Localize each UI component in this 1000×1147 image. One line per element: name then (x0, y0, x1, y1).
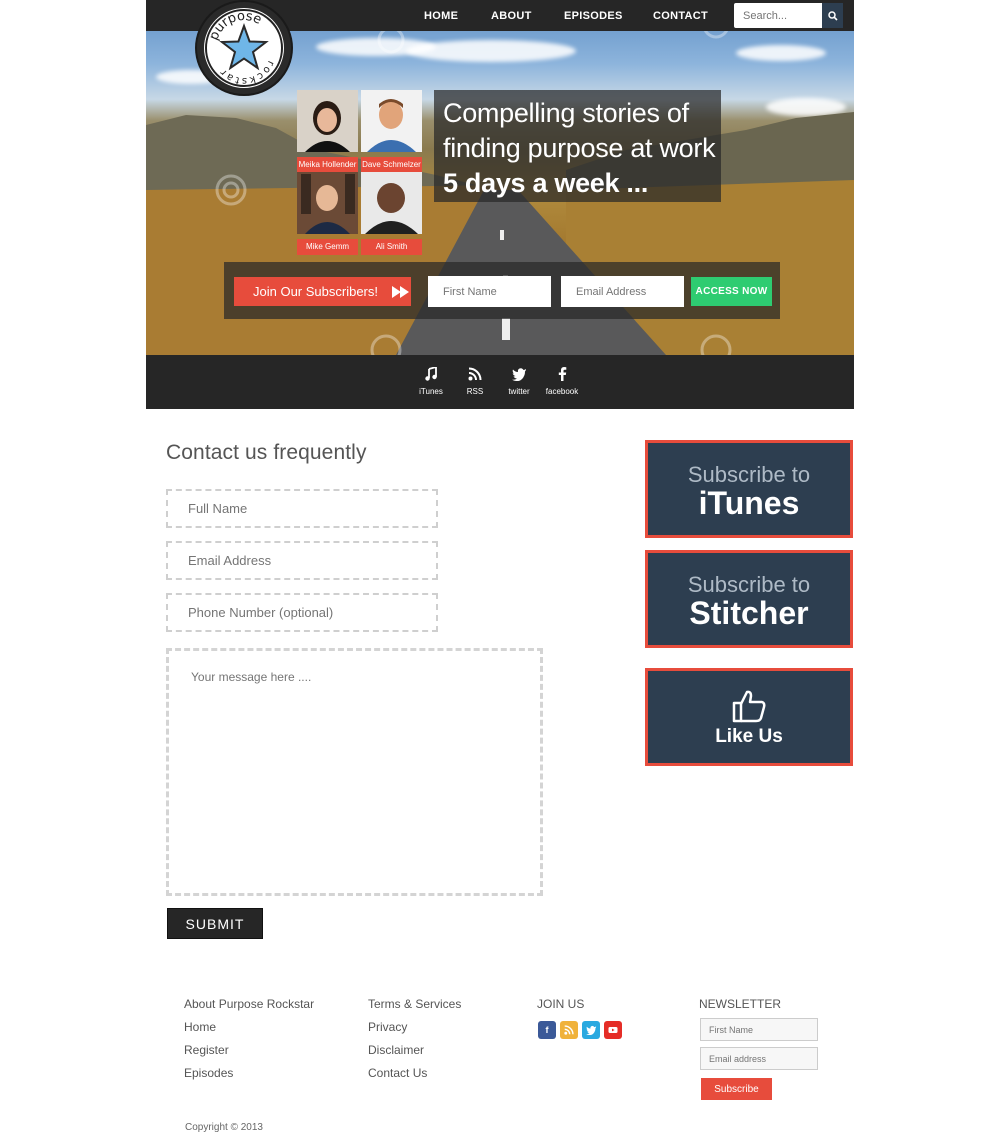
host-name: Dave Schmelzer (361, 157, 422, 173)
join-us-heading: JOIN US (537, 997, 585, 1011)
like-us-button[interactable]: Like Us (645, 668, 853, 766)
social-label: iTunes (419, 387, 443, 396)
full-name-field[interactable] (166, 489, 438, 528)
headline-line: finding purpose at work (443, 133, 716, 163)
social-label: facebook (545, 387, 579, 396)
email-input[interactable] (561, 276, 684, 307)
subscribe-line: Subscribe to (687, 462, 811, 487)
host-photo (297, 172, 358, 234)
social-bar: iTunes RSS twitter facebook (146, 355, 854, 409)
host-card: Mike Gemm (297, 172, 358, 255)
search-button[interactable] (822, 3, 843, 28)
social-itunes[interactable]: iTunes (411, 365, 451, 396)
host-card: Meika Hollender (297, 90, 358, 173)
join-label: Join Our Subscribers! (253, 284, 378, 299)
headline-line: Compelling stories of (443, 98, 689, 128)
social-facebook[interactable]: facebook (542, 367, 582, 396)
newsletter-subscribe-button[interactable]: Subscribe (701, 1078, 772, 1100)
join-subscribers-button[interactable]: Join Our Subscribers! (234, 277, 411, 306)
first-name-input[interactable] (428, 276, 551, 307)
facebook-icon[interactable]: f (538, 1021, 556, 1039)
footer-link[interactable]: Disclaimer (368, 1043, 424, 1057)
phone-field[interactable] (166, 593, 438, 632)
youtube-icon[interactable] (604, 1021, 622, 1039)
music-note-icon (425, 365, 437, 381)
twitter-icon (511, 368, 526, 382)
social-label: twitter (508, 387, 530, 396)
rss-icon (468, 367, 482, 381)
host-photo (361, 90, 422, 152)
footer-link[interactable]: About Purpose Rockstar (184, 997, 314, 1011)
nav-episodes[interactable]: EPISODES (564, 10, 623, 22)
access-now-button[interactable]: ACCESS NOW (691, 277, 772, 306)
thumbs-up-icon (732, 690, 766, 723)
contact-title: Contact us frequently (166, 441, 367, 464)
social-label: RSS (466, 387, 484, 396)
twitter-glyph (585, 1025, 596, 1035)
footer-link[interactable]: Contact Us (368, 1066, 427, 1080)
copyright: Copyright © 2013 (185, 1122, 263, 1133)
host-name: Mike Gemm (297, 239, 358, 255)
youtube-glyph (608, 1027, 618, 1033)
footer-link[interactable]: Terms & Services (368, 997, 461, 1011)
newsletter-heading: NEWSLETTER (699, 997, 782, 1011)
social-rss[interactable]: RSS (455, 367, 495, 396)
rss-icon[interactable] (560, 1021, 578, 1039)
search-icon (827, 10, 838, 21)
footer-link[interactable]: Home (184, 1020, 216, 1034)
optin-bar: Join Our Subscribers! ACCESS NOW (224, 262, 780, 319)
subscribe-target: Stitcher (689, 595, 809, 631)
subscribe-stitcher-button[interactable]: Subscribe to Stitcher (645, 550, 853, 648)
subscribe-target: iTunes (698, 485, 800, 521)
email-field[interactable] (166, 541, 438, 580)
footer-link[interactable]: Register (184, 1043, 229, 1057)
hero-headline: Compelling stories of finding purpose at… (434, 90, 721, 202)
footer-link[interactable]: Privacy (368, 1020, 407, 1034)
submit-button[interactable]: SUBMIT (167, 908, 263, 939)
logo-badge: purpose rockstar (204, 8, 284, 88)
site-logo[interactable]: purpose rockstar (197, 2, 291, 94)
social-twitter[interactable]: twitter (499, 367, 539, 396)
fast-forward-icon (392, 285, 409, 298)
like-label: Like Us (715, 726, 783, 747)
nav-about[interactable]: ABOUT (491, 10, 532, 22)
twitter-icon[interactable] (582, 1021, 600, 1039)
host-card: Dave Schmelzer (361, 90, 422, 173)
search-input[interactable] (734, 3, 822, 28)
facebook-icon (558, 367, 567, 381)
rss-glyph (564, 1025, 574, 1035)
host-name: Ali Smith (361, 239, 422, 255)
headline-line: 5 days a week ... (443, 168, 649, 198)
nav-contact[interactable]: CONTACT (653, 10, 708, 22)
subscribe-itunes-button[interactable]: Subscribe to iTunes (645, 440, 853, 538)
message-field[interactable] (166, 648, 543, 896)
host-photo (361, 172, 422, 234)
footer-link[interactable]: Episodes (184, 1066, 233, 1080)
subscribe-line: Subscribe to (687, 572, 811, 597)
logo-mark: purpose rockstar (205, 9, 283, 87)
host-photo (297, 90, 358, 152)
host-card: Ali Smith (361, 172, 422, 255)
host-name: Meika Hollender (297, 157, 358, 173)
nav-home[interactable]: HOME (424, 10, 458, 22)
newsletter-first-name-input[interactable] (700, 1018, 818, 1041)
newsletter-email-input[interactable] (700, 1047, 818, 1070)
